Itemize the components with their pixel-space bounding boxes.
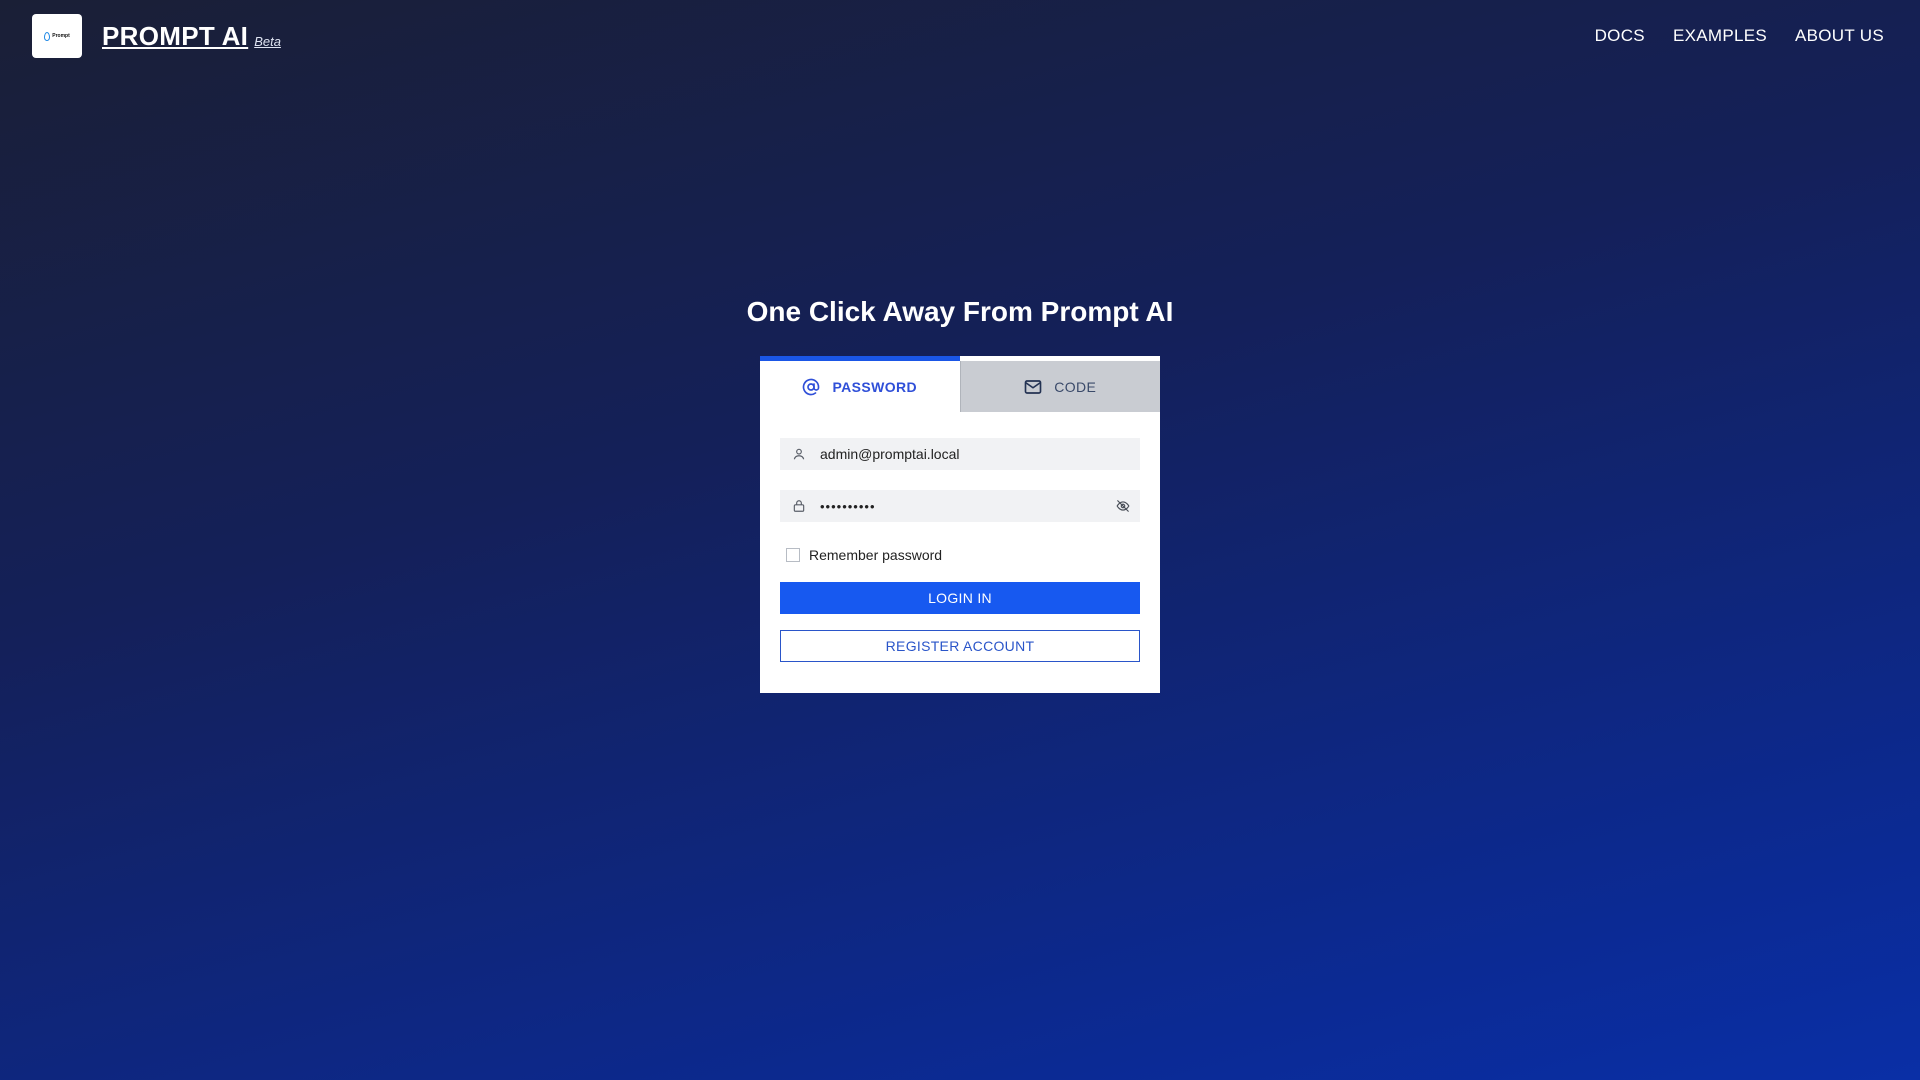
- drop-icon: [44, 31, 51, 41]
- password-field[interactable]: [780, 490, 1140, 522]
- envelope-icon: [1024, 379, 1042, 395]
- nav-docs[interactable]: DOCS: [1595, 26, 1645, 46]
- top-header: Prompt PROMPT AI Beta DOCS EXAMPLES ABOU…: [0, 0, 1920, 72]
- eye-off-icon[interactable]: [1116, 499, 1130, 513]
- username-field[interactable]: [780, 438, 1140, 470]
- register-account-button[interactable]: REGISTER ACCOUNT: [780, 630, 1140, 662]
- at-sign-icon: [802, 378, 820, 396]
- tab-code[interactable]: CODE: [959, 361, 1160, 412]
- page-title: One Click Away From Prompt AI: [746, 296, 1174, 327]
- user-icon: [792, 447, 808, 461]
- username-input[interactable]: [820, 446, 1130, 462]
- beta-badge: Beta: [254, 33, 281, 49]
- brand[interactable]: Prompt PROMPT AI Beta: [32, 14, 281, 58]
- logo-text: Prompt: [52, 33, 70, 39]
- login-form: Remember password LOGIN IN REGISTER ACCO…: [760, 412, 1160, 662]
- remember-password-row: Remember password: [780, 542, 1140, 568]
- tab-code-label: CODE: [1054, 378, 1097, 395]
- nav-examples[interactable]: EXAMPLES: [1673, 26, 1767, 46]
- tab-password-label: PASSWORD: [832, 378, 918, 395]
- remember-password-label: Remember password: [809, 547, 943, 563]
- tab-password[interactable]: PASSWORD: [760, 356, 960, 412]
- login-tabs: PASSWORD CODE: [760, 356, 1160, 412]
- top-nav: DOCS EXAMPLES ABOUT US: [1595, 26, 1884, 46]
- password-input[interactable]: [820, 498, 1116, 514]
- remember-password-checkbox[interactable]: [786, 548, 800, 562]
- logo-mark: Prompt: [44, 31, 70, 41]
- brand-name[interactable]: PROMPT AI: [102, 21, 248, 52]
- login-button[interactable]: LOGIN IN: [780, 582, 1140, 614]
- login-card: PASSWORD CODE admin@promptai.local •••••…: [760, 356, 1160, 693]
- logo[interactable]: Prompt: [32, 14, 82, 58]
- nav-about-us[interactable]: ABOUT US: [1795, 26, 1884, 46]
- lock-icon: [792, 499, 808, 513]
